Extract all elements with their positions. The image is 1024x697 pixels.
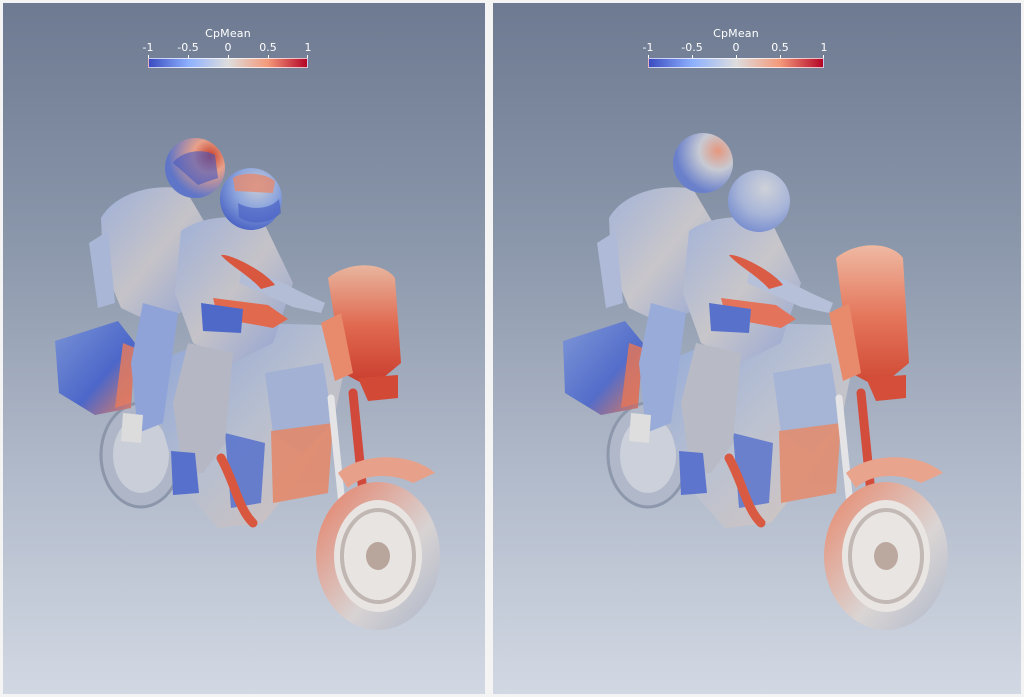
left-render-panel: CpMean -1 -0.5 0 0.5 1 <box>3 3 485 694</box>
panel-divider <box>485 0 493 697</box>
right-render-panel: CpMean -1 -0.5 0 0.5 1 <box>493 3 1021 694</box>
comparison-frame: CpMean -1 -0.5 0 0.5 1 CpMean -1 -0.5 0 … <box>0 0 1024 697</box>
motorcycle-riders-render <box>563 133 948 630</box>
motorcycle-riders-render <box>55 138 440 630</box>
